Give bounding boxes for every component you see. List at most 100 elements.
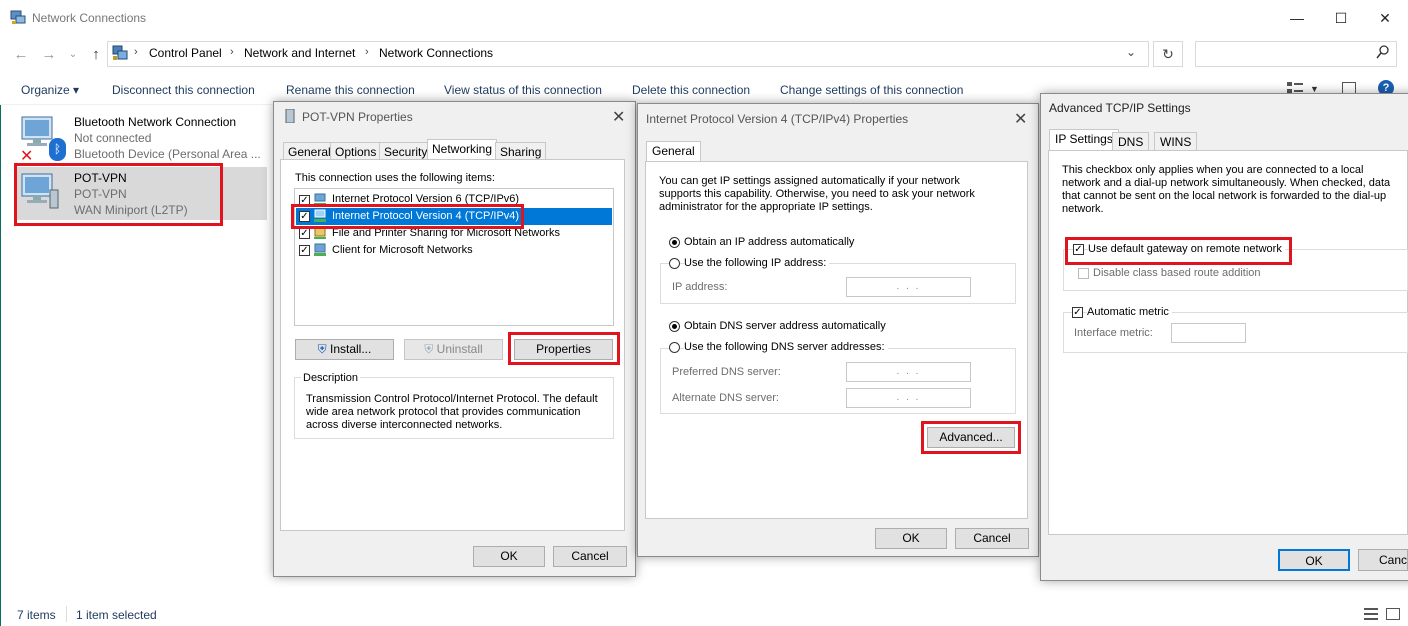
minimize-button[interactable]: — — [1274, 6, 1320, 30]
title-bar — [0, 0, 1408, 36]
recent-locations-icon[interactable]: ⌄ — [62, 44, 84, 66]
dialog-title: POT-VPN Properties — [302, 110, 413, 124]
maximize-button[interactable]: ☐ — [1318, 6, 1364, 30]
divider — [66, 606, 67, 622]
ip-address-field[interactable]: . . . — [846, 277, 971, 297]
breadcrumb-control-panel[interactable]: Control Panel — [149, 46, 222, 60]
highlight-box — [1065, 237, 1292, 265]
chevron-right-icon: › — [230, 46, 234, 58]
intro-text: You can get IP settings assigned automat… — [659, 175, 975, 213]
connection-name: Bluetooth Network Connection — [74, 115, 237, 129]
organize-menu[interactable]: Organize ▾ — [21, 83, 79, 97]
rename-button[interactable]: Rename this connection — [286, 83, 415, 97]
large-icons-view-icon[interactable] — [1386, 608, 1400, 620]
connection-device: Bluetooth Device (Personal Area ... — [74, 147, 261, 161]
forward-arrow-icon[interactable]: → — [38, 44, 60, 66]
alternate-dns-label: Alternate DNS server: — [672, 392, 779, 404]
back-arrow-icon[interactable]: ← — [10, 44, 32, 66]
control-panel-icon — [112, 45, 128, 61]
shield-icon: ⛨ — [424, 342, 434, 356]
up-arrow-icon[interactable]: ↑ — [85, 44, 107, 66]
bluetooth-icon: ᛒ — [49, 138, 66, 161]
status-bar — [0, 602, 1408, 626]
use-ip-radio[interactable] — [669, 258, 680, 269]
highlight-box — [508, 332, 620, 365]
shield-icon: ⛨ — [317, 342, 327, 356]
highlight-box — [14, 163, 223, 226]
general-panel — [645, 161, 1028, 519]
item-label: Client for Microsoft Networks — [332, 244, 473, 256]
cancel-button[interactable]: Cancel — [955, 528, 1029, 549]
details-view-icon[interactable] — [1364, 608, 1378, 620]
tab-dns[interactable]: DNS — [1112, 132, 1150, 150]
close-icon[interactable]: ✕ — [1014, 109, 1027, 129]
obtain-dns-radio[interactable] — [669, 321, 680, 332]
refresh-button[interactable]: ↻ — [1153, 41, 1183, 67]
description-text: Transmission Control Protocol/Internet P… — [306, 393, 598, 431]
tab-general[interactable]: General — [283, 142, 336, 160]
uninstall-label: Uninstall — [436, 342, 483, 356]
use-dns-label: Use the following DNS server addresses: — [684, 341, 888, 353]
alternate-dns-field[interactable]: . . . — [846, 388, 971, 408]
close-icon[interactable]: ✕ — [612, 107, 625, 127]
network-connections-icon — [10, 9, 26, 25]
item-count: 7 items — [17, 608, 56, 622]
auto-metric-label: Automatic metric — [1087, 306, 1172, 318]
ip-address-label: IP address: — [672, 281, 728, 293]
obtain-ip-radio[interactable] — [669, 237, 680, 248]
search-icon — [1376, 44, 1390, 60]
disable-class-checkbox — [1078, 268, 1089, 279]
items-label: This connection uses the following items… — [295, 172, 495, 184]
client-icon — [313, 243, 327, 257]
disconnect-button[interactable]: Disconnect this connection — [112, 83, 255, 97]
use-ip-label: Use the following IP address: — [684, 257, 830, 269]
disable-class-label: Disable class based route addition — [1093, 267, 1261, 279]
view-status-button[interactable]: View status of this connection — [444, 83, 602, 97]
preferred-dns-field[interactable]: . . . — [846, 362, 971, 382]
connection-status: Not connected — [74, 131, 152, 145]
breadcrumb-network-internet[interactable]: Network and Internet — [244, 46, 355, 60]
auto-metric-checkbox[interactable]: ✓ — [1072, 307, 1083, 318]
tab-sharing[interactable]: Sharing — [495, 142, 547, 160]
dialog-title: Internet Protocol Version 4 (TCP/IPv4) P… — [646, 112, 909, 126]
cancel-button[interactable]: Cancel — [553, 546, 627, 567]
chevron-right-icon: › — [134, 46, 138, 58]
interface-metric-field — [1171, 323, 1246, 343]
search-input[interactable] — [1195, 41, 1397, 67]
selection-count: 1 item selected — [76, 608, 157, 622]
highlight-box — [921, 421, 1021, 454]
tab-options[interactable]: Options — [330, 142, 382, 160]
change-settings-button[interactable]: Change settings of this connection — [780, 83, 963, 97]
chevron-down-icon[interactable]: ⌄ — [1126, 45, 1136, 59]
tab-networking[interactable]: Networking — [427, 139, 498, 160]
client-checkbox[interactable]: ✓ — [299, 245, 310, 256]
tab-wins[interactable]: WINS — [1154, 132, 1198, 150]
window-title: Network Connections — [32, 11, 147, 25]
dialog-title: Advanced TCP/IP Settings — [1049, 101, 1191, 115]
uninstall-button: ⛨ Uninstall — [404, 339, 503, 360]
cancel-button[interactable]: Cance — [1358, 549, 1408, 571]
preferred-dns-label: Preferred DNS server: — [672, 366, 781, 378]
ok-button[interactable]: OK — [1278, 549, 1350, 571]
gateway-note: This checkbox only applies when you are … — [1062, 164, 1391, 215]
delete-button[interactable]: Delete this connection — [632, 83, 750, 97]
tab-ip-settings[interactable]: IP Settings — [1049, 129, 1119, 150]
connection-icon — [284, 108, 296, 124]
highlight-box — [291, 204, 524, 229]
install-button[interactable]: ⛨ Install... — [295, 339, 394, 360]
obtain-dns-label: Obtain DNS server address automatically — [684, 320, 886, 332]
file-sharing-checkbox[interactable]: ✓ — [299, 228, 310, 239]
desktop-edge — [0, 105, 1, 626]
ok-button[interactable]: OK — [473, 546, 545, 567]
tab-security[interactable]: Security — [379, 142, 433, 160]
interface-metric-label: Interface metric: — [1074, 327, 1153, 339]
tab-general[interactable]: General — [646, 141, 701, 162]
ok-button[interactable]: OK — [875, 528, 947, 549]
obtain-ip-label: Obtain an IP address automatically — [684, 236, 855, 248]
chevron-right-icon: › — [365, 46, 369, 58]
breadcrumb-network-connections[interactable]: Network Connections — [379, 46, 493, 60]
install-label: Install... — [330, 342, 372, 356]
description-label: Description — [301, 372, 361, 384]
use-dns-radio[interactable] — [669, 342, 680, 353]
close-button[interactable]: ✕ — [1362, 6, 1408, 30]
